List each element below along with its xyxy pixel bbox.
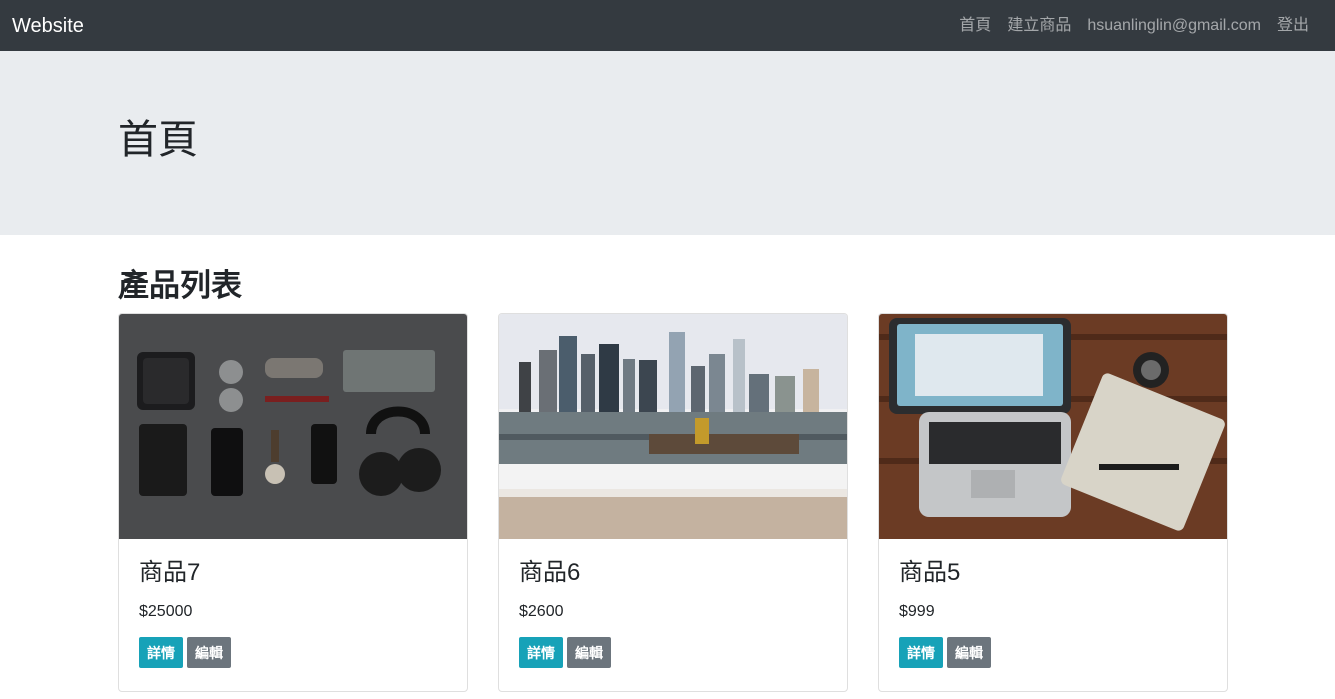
nav-link-home[interactable]: 首頁: [951, 14, 999, 38]
jumbotron: 首頁: [0, 51, 1335, 235]
brand-link[interactable]: Website: [12, 14, 84, 38]
product-name: 商品7: [139, 559, 201, 586]
details-button[interactable]: 詳情: [139, 637, 183, 668]
card-body: 商品6 $2600 詳情 編輯: [499, 539, 847, 688]
product-price: $25000: [139, 603, 193, 620]
page-title: 首頁: [118, 118, 198, 162]
product-image-flatlay: [119, 314, 467, 539]
product-card: 商品6 $2600 詳情 編輯: [498, 313, 848, 692]
edit-button[interactable]: 編輯: [947, 637, 991, 668]
product-price: $999: [899, 603, 935, 620]
nav-links: 首頁 建立商品 hsuanlinglin@gmail.com 登出: [951, 14, 1319, 38]
card-actions: 詳情 編輯: [139, 637, 447, 668]
product-price: $2600: [519, 603, 564, 620]
product-image-laptop: [879, 314, 1227, 539]
card-actions: 詳情 編輯: [519, 637, 827, 668]
product-card: 商品7 $25000 詳情 編輯: [118, 313, 468, 692]
edit-button[interactable]: 編輯: [187, 637, 231, 668]
product-name: 商品5: [899, 559, 961, 586]
section-title: 產品列表: [118, 268, 242, 303]
nav-link-user-email[interactable]: hsuanlinglin@gmail.com: [1079, 14, 1269, 38]
top-navbar: Website 首頁 建立商品 hsuanlinglin@gmail.com 登…: [0, 0, 1335, 51]
details-button[interactable]: 詳情: [899, 637, 943, 668]
card-body: 商品7 $25000 詳情 編輯: [119, 539, 467, 688]
product-card: 商品5 $999 詳情 編輯: [878, 313, 1228, 692]
card-actions: 詳情 編輯: [899, 637, 1207, 668]
details-button[interactable]: 詳情: [519, 637, 563, 668]
edit-button[interactable]: 編輯: [567, 637, 611, 668]
product-image-city: [499, 314, 847, 539]
card-body: 商品5 $999 詳情 編輯: [879, 539, 1227, 688]
product-name: 商品6: [519, 559, 581, 586]
nav-link-create-product[interactable]: 建立商品: [999, 14, 1079, 38]
nav-link-logout[interactable]: 登出: [1269, 14, 1319, 38]
product-grid: 商品7 $25000 詳情 編輯 商品6 $2600 詳情 編輯 商品5 $99…: [118, 313, 1228, 699]
